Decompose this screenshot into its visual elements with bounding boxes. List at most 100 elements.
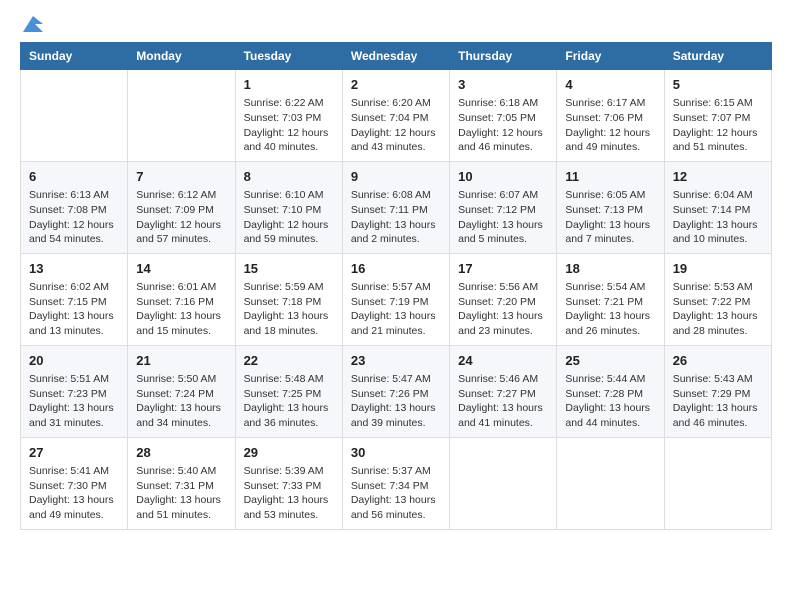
calendar-cell: 25 Sunrise: 5:44 AM Sunset: 7:28 PM Dayli… <box>557 345 664 437</box>
day-content: Sunrise: 5:56 AM Sunset: 7:20 PM Dayligh… <box>458 280 548 339</box>
header-tuesday: Tuesday <box>235 43 342 70</box>
logo <box>20 20 43 32</box>
day-number: 30 <box>351 444 441 462</box>
calendar-week-4: 20 Sunrise: 5:51 AM Sunset: 7:23 PM Dayli… <box>21 345 772 437</box>
calendar-cell: 13Sunrise: 6:02 AM Sunset: 7:15 PM Dayli… <box>21 253 128 345</box>
logo-icon <box>23 16 43 32</box>
calendar-cell: 23 Sunrise: 5:47 AM Sunset: 7:26 PM Dayli… <box>342 345 449 437</box>
day-content: Sunrise: 6:18 AM Sunset: 7:05 PM Dayligh… <box>458 96 548 155</box>
calendar-cell: 21Sunrise: 5:50 AM Sunset: 7:24 PM Dayli… <box>128 345 235 437</box>
day-number: 12 <box>673 168 763 186</box>
header-wednesday: Wednesday <box>342 43 449 70</box>
calendar-cell: 7 Sunrise: 6:12 AM Sunset: 7:09 PM Daylig… <box>128 161 235 253</box>
day-content: Sunrise: 5:40 AM Sunset: 7:31 PM Dayligh… <box>136 464 226 523</box>
day-content: Sunrise: 5:57 AM Sunset: 7:19 PM Dayligh… <box>351 280 441 339</box>
day-content: Sunrise: 6:15 AM Sunset: 7:07 PM Dayligh… <box>673 96 763 155</box>
calendar-cell: 1Sunrise: 6:22 AM Sunset: 7:03 PM Daylig… <box>235 70 342 162</box>
calendar-cell: 18 Sunrise: 5:54 AM Sunset: 7:21 PM Dayli… <box>557 253 664 345</box>
day-content: Sunrise: 5:44 AM Sunset: 7:28 PM Dayligh… <box>565 372 655 431</box>
day-content: Sunrise: 5:48 AM Sunset: 7:25 PM Dayligh… <box>244 372 334 431</box>
calendar-cell: 4 Sunrise: 6:17 AM Sunset: 7:06 PM Daylig… <box>557 70 664 162</box>
day-content: Sunrise: 6:13 AM Sunset: 7:08 PM Dayligh… <box>29 188 119 247</box>
day-content: Sunrise: 6:20 AM Sunset: 7:04 PM Dayligh… <box>351 96 441 155</box>
calendar-cell: 27 Sunrise: 5:41 AM Sunset: 7:30 PM Dayli… <box>21 437 128 529</box>
day-content: Sunrise: 5:51 AM Sunset: 7:23 PM Dayligh… <box>29 372 119 431</box>
calendar-cell: 6 Sunrise: 6:13 AM Sunset: 7:08 PM Daylig… <box>21 161 128 253</box>
day-content: Sunrise: 5:59 AM Sunset: 7:18 PM Dayligh… <box>244 280 334 339</box>
day-content: Sunrise: 5:39 AM Sunset: 7:33 PM Dayligh… <box>244 464 334 523</box>
day-number: 6 <box>29 168 119 186</box>
calendar-cell: 19 Sunrise: 5:53 AM Sunset: 7:22 PM Dayli… <box>664 253 771 345</box>
day-content: Sunrise: 6:04 AM Sunset: 7:14 PM Dayligh… <box>673 188 763 247</box>
calendar-cell <box>21 70 128 162</box>
day-number: 27 <box>29 444 119 462</box>
calendar-cell: 3 Sunrise: 6:18 AM Sunset: 7:05 PM Daylig… <box>450 70 557 162</box>
day-content: Sunrise: 5:54 AM Sunset: 7:21 PM Dayligh… <box>565 280 655 339</box>
day-number: 25 <box>565 352 655 370</box>
page-header <box>20 20 772 32</box>
day-number: 1 <box>244 76 334 94</box>
day-number: 19 <box>673 260 763 278</box>
day-content: Sunrise: 6:08 AM Sunset: 7:11 PM Dayligh… <box>351 188 441 247</box>
day-content: Sunrise: 6:01 AM Sunset: 7:16 PM Dayligh… <box>136 280 226 339</box>
day-content: Sunrise: 6:12 AM Sunset: 7:09 PM Dayligh… <box>136 188 226 247</box>
day-content: Sunrise: 5:47 AM Sunset: 7:26 PM Dayligh… <box>351 372 441 431</box>
calendar-cell: 17Sunrise: 5:56 AM Sunset: 7:20 PM Dayli… <box>450 253 557 345</box>
day-content: Sunrise: 5:43 AM Sunset: 7:29 PM Dayligh… <box>673 372 763 431</box>
day-content: Sunrise: 6:17 AM Sunset: 7:06 PM Dayligh… <box>565 96 655 155</box>
day-number: 14 <box>136 260 226 278</box>
calendar-cell: 26 Sunrise: 5:43 AM Sunset: 7:29 PM Dayli… <box>664 345 771 437</box>
calendar-cell: 24Sunrise: 5:46 AM Sunset: 7:27 PM Dayli… <box>450 345 557 437</box>
day-number: 22 <box>244 352 334 370</box>
calendar-cell: 5 Sunrise: 6:15 AM Sunset: 7:07 PM Daylig… <box>664 70 771 162</box>
day-number: 21 <box>136 352 226 370</box>
day-number: 7 <box>136 168 226 186</box>
calendar-cell: 11Sunrise: 6:05 AM Sunset: 7:13 PM Dayli… <box>557 161 664 253</box>
calendar-table: SundayMondayTuesdayWednesdayThursdayFrid… <box>20 42 772 530</box>
calendar-week-3: 13Sunrise: 6:02 AM Sunset: 7:15 PM Dayli… <box>21 253 772 345</box>
calendar-cell: 28 Sunrise: 5:40 AM Sunset: 7:31 PM Dayli… <box>128 437 235 529</box>
header-monday: Monday <box>128 43 235 70</box>
day-content: Sunrise: 5:53 AM Sunset: 7:22 PM Dayligh… <box>673 280 763 339</box>
day-number: 2 <box>351 76 441 94</box>
calendar-week-1: 1Sunrise: 6:22 AM Sunset: 7:03 PM Daylig… <box>21 70 772 162</box>
calendar-cell: 2 Sunrise: 6:20 AM Sunset: 7:04 PM Daylig… <box>342 70 449 162</box>
day-number: 16 <box>351 260 441 278</box>
calendar-cell: 29 Sunrise: 5:39 AM Sunset: 7:33 PM Dayli… <box>235 437 342 529</box>
calendar-cell: 20 Sunrise: 5:51 AM Sunset: 7:23 PM Dayli… <box>21 345 128 437</box>
header-friday: Friday <box>557 43 664 70</box>
calendar-header-row: SundayMondayTuesdayWednesdayThursdayFrid… <box>21 43 772 70</box>
day-number: 8 <box>244 168 334 186</box>
day-number: 29 <box>244 444 334 462</box>
calendar-cell <box>557 437 664 529</box>
header-saturday: Saturday <box>664 43 771 70</box>
day-number: 18 <box>565 260 655 278</box>
day-number: 5 <box>673 76 763 94</box>
calendar-week-2: 6 Sunrise: 6:13 AM Sunset: 7:08 PM Daylig… <box>21 161 772 253</box>
calendar-cell: 9Sunrise: 6:08 AM Sunset: 7:11 PM Daylig… <box>342 161 449 253</box>
day-number: 3 <box>458 76 548 94</box>
day-content: Sunrise: 5:41 AM Sunset: 7:30 PM Dayligh… <box>29 464 119 523</box>
day-number: 10 <box>458 168 548 186</box>
day-number: 11 <box>565 168 655 186</box>
calendar-week-5: 27 Sunrise: 5:41 AM Sunset: 7:30 PM Dayli… <box>21 437 772 529</box>
day-content: Sunrise: 5:37 AM Sunset: 7:34 PM Dayligh… <box>351 464 441 523</box>
day-number: 23 <box>351 352 441 370</box>
header-sunday: Sunday <box>21 43 128 70</box>
calendar-cell: 22 Sunrise: 5:48 AM Sunset: 7:25 PM Dayli… <box>235 345 342 437</box>
day-number: 4 <box>565 76 655 94</box>
day-content: Sunrise: 6:10 AM Sunset: 7:10 PM Dayligh… <box>244 188 334 247</box>
calendar-cell <box>128 70 235 162</box>
calendar-cell: 12 Sunrise: 6:04 AM Sunset: 7:14 PM Dayli… <box>664 161 771 253</box>
calendar-cell: 14 Sunrise: 6:01 AM Sunset: 7:16 PM Dayli… <box>128 253 235 345</box>
day-number: 28 <box>136 444 226 462</box>
calendar-cell: 15Sunrise: 5:59 AM Sunset: 7:18 PM Dayli… <box>235 253 342 345</box>
calendar-cell: 10Sunrise: 6:07 AM Sunset: 7:12 PM Dayli… <box>450 161 557 253</box>
calendar-cell: 8 Sunrise: 6:10 AM Sunset: 7:10 PM Daylig… <box>235 161 342 253</box>
day-number: 26 <box>673 352 763 370</box>
header-thursday: Thursday <box>450 43 557 70</box>
day-number: 20 <box>29 352 119 370</box>
calendar-cell <box>664 437 771 529</box>
calendar-cell: 30 Sunrise: 5:37 AM Sunset: 7:34 PM Dayli… <box>342 437 449 529</box>
calendar-cell: 16 Sunrise: 5:57 AM Sunset: 7:19 PM Dayli… <box>342 253 449 345</box>
